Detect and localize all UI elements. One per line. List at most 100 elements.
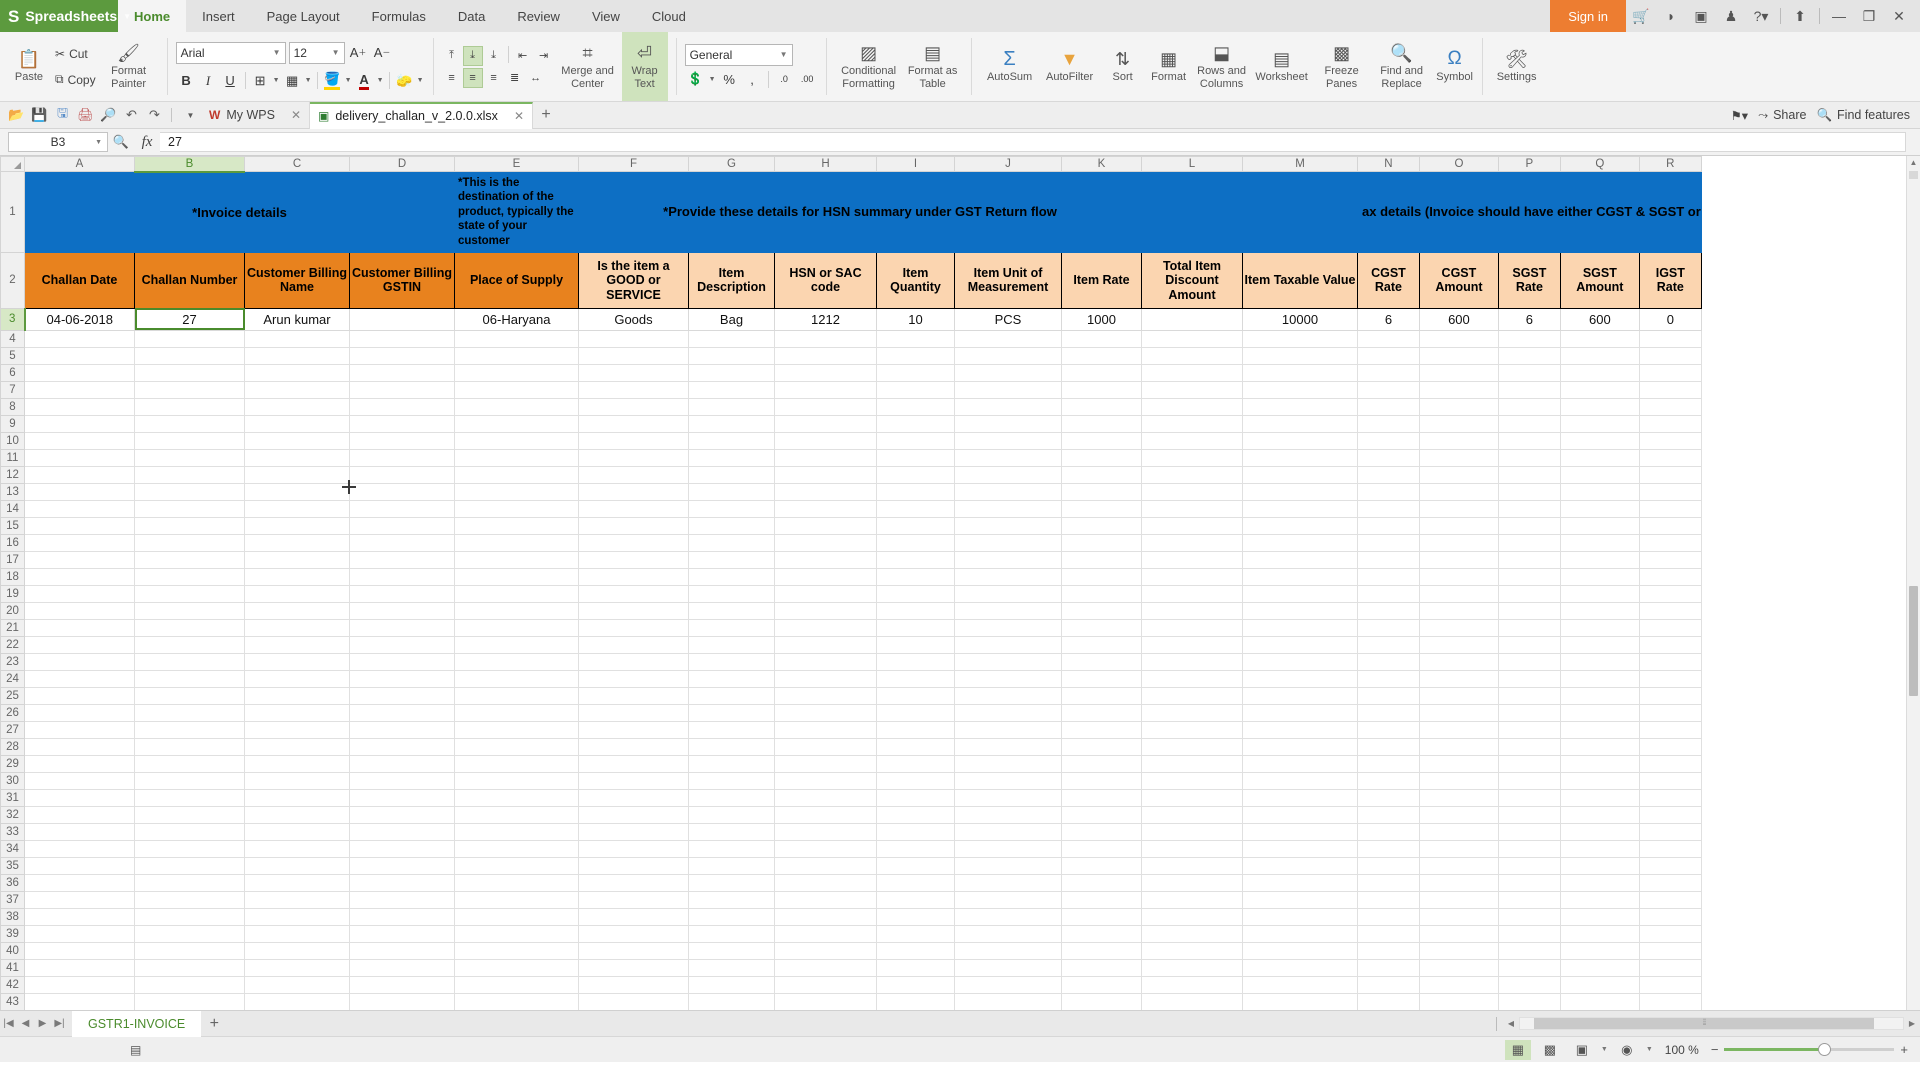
cell-F26[interactable] [578, 703, 689, 722]
cell-I37[interactable] [876, 890, 955, 909]
cell-M29[interactable] [1242, 754, 1358, 773]
cell-N16[interactable] [1357, 533, 1420, 552]
cell-R9[interactable] [1638, 414, 1702, 433]
cell-E39[interactable] [454, 924, 579, 943]
cell-M14[interactable] [1242, 499, 1358, 518]
font-family-select[interactable]: Arial ▼ [175, 41, 286, 64]
scroll-left-arrow[interactable]: ◀ [1503, 1019, 1519, 1028]
column-header-D[interactable]: D [349, 156, 455, 172]
cell-L6[interactable] [1141, 363, 1243, 382]
cell-Q14[interactable] [1559, 499, 1640, 518]
cell-F34[interactable] [578, 839, 689, 858]
cell-C5[interactable] [244, 346, 350, 365]
cell-J22[interactable] [954, 635, 1062, 654]
cart-icon[interactable]: 🛒 [1626, 0, 1656, 32]
cell-K8[interactable] [1061, 397, 1142, 416]
zoom-in-button[interactable]: + [1900, 1042, 1908, 1057]
column-header-O[interactable]: O [1418, 156, 1499, 172]
cell-I28[interactable] [876, 737, 955, 756]
cell-M43[interactable] [1242, 992, 1358, 1010]
column-header-L[interactable]: L [1141, 156, 1243, 172]
cell-N32[interactable] [1357, 805, 1420, 824]
cell-H30[interactable] [774, 771, 877, 790]
cell-C29[interactable] [244, 754, 350, 773]
cell-H31[interactable] [774, 788, 877, 807]
cell-E26[interactable] [454, 703, 579, 722]
column-header-N[interactable]: N [1357, 156, 1420, 172]
cell-M5[interactable] [1242, 346, 1358, 365]
cell-Q34[interactable] [1559, 839, 1640, 858]
cell-C24[interactable] [244, 669, 350, 688]
cell-C4[interactable] [244, 329, 350, 348]
format-button[interactable]: ▦ Format [1146, 32, 1192, 101]
cell-R12[interactable] [1638, 465, 1702, 484]
cell-L25[interactable] [1141, 686, 1243, 705]
cell-H14[interactable] [774, 499, 877, 518]
cell-D35[interactable] [349, 856, 455, 875]
cell-C6[interactable] [244, 363, 350, 382]
cell-A18[interactable] [24, 567, 135, 586]
cell-K5[interactable] [1061, 346, 1142, 365]
cell-E19[interactable] [454, 584, 579, 603]
cell-D4[interactable] [349, 329, 455, 348]
cell-F4[interactable] [578, 329, 689, 348]
cell-F42[interactable] [578, 975, 689, 994]
cell-A23[interactable] [24, 652, 135, 671]
cell-E40[interactable] [454, 941, 579, 960]
cell-I13[interactable] [876, 482, 955, 501]
cell-E28[interactable] [454, 737, 579, 756]
cell-R41[interactable] [1638, 958, 1702, 977]
cell-J25[interactable] [954, 686, 1062, 705]
increase-indent-icon[interactable]: ⇥ [534, 46, 554, 66]
cell-O6[interactable] [1418, 363, 1499, 382]
cell-D34[interactable] [349, 839, 455, 858]
cell-L33[interactable] [1141, 822, 1243, 841]
cell-L22[interactable] [1141, 635, 1243, 654]
cell-R4[interactable] [1638, 329, 1702, 348]
cell-I41[interactable] [876, 958, 955, 977]
cell-K27[interactable] [1061, 720, 1142, 739]
cell-D7[interactable] [349, 380, 455, 399]
cell-G16[interactable] [688, 533, 775, 552]
next-sheet-icon[interactable]: ▶ [34, 1018, 51, 1029]
cell-E8[interactable] [454, 397, 579, 416]
cell-O36[interactable] [1418, 873, 1499, 892]
cell-M21[interactable] [1242, 618, 1358, 637]
cell-M41[interactable] [1242, 958, 1358, 977]
cell-P3[interactable]: 6 [1497, 307, 1561, 331]
cell-D15[interactable] [349, 516, 455, 535]
cell-M42[interactable] [1242, 975, 1358, 994]
cell-D28[interactable] [349, 737, 455, 756]
header-challan-date[interactable]: Challan Date [24, 251, 135, 309]
cell-F33[interactable] [578, 822, 689, 841]
cell-Q9[interactable] [1559, 414, 1640, 433]
cell-Q29[interactable] [1559, 754, 1640, 773]
cell-I14[interactable] [876, 499, 955, 518]
menu-tab-page-layout[interactable]: Page Layout [251, 0, 356, 32]
cell-C39[interactable] [244, 924, 350, 943]
cell-J16[interactable] [954, 533, 1062, 552]
cell-L43[interactable] [1141, 992, 1243, 1010]
cell-M20[interactable] [1242, 601, 1358, 620]
cell-C10[interactable] [244, 431, 350, 450]
cell-O12[interactable] [1418, 465, 1499, 484]
prev-sheet-icon[interactable]: ◀ [17, 1018, 34, 1029]
cell-C13[interactable] [244, 482, 350, 501]
column-header-J[interactable]: J [954, 156, 1062, 172]
cell-D30[interactable] [349, 771, 455, 790]
close-icon[interactable]: ✕ [291, 108, 301, 122]
cell-H43[interactable] [774, 992, 877, 1010]
cell-G32[interactable] [688, 805, 775, 824]
row-header-28[interactable]: 28 [0, 737, 25, 756]
cell-N7[interactable] [1357, 380, 1420, 399]
cell-N6[interactable] [1357, 363, 1420, 382]
cell-L41[interactable] [1141, 958, 1243, 977]
cell-N13[interactable] [1357, 482, 1420, 501]
cell-P11[interactable] [1497, 448, 1561, 467]
cell-N41[interactable] [1357, 958, 1420, 977]
cell-F31[interactable] [578, 788, 689, 807]
cell-C16[interactable] [244, 533, 350, 552]
cell-H35[interactable] [774, 856, 877, 875]
cell-C23[interactable] [244, 652, 350, 671]
cell-R25[interactable] [1638, 686, 1702, 705]
